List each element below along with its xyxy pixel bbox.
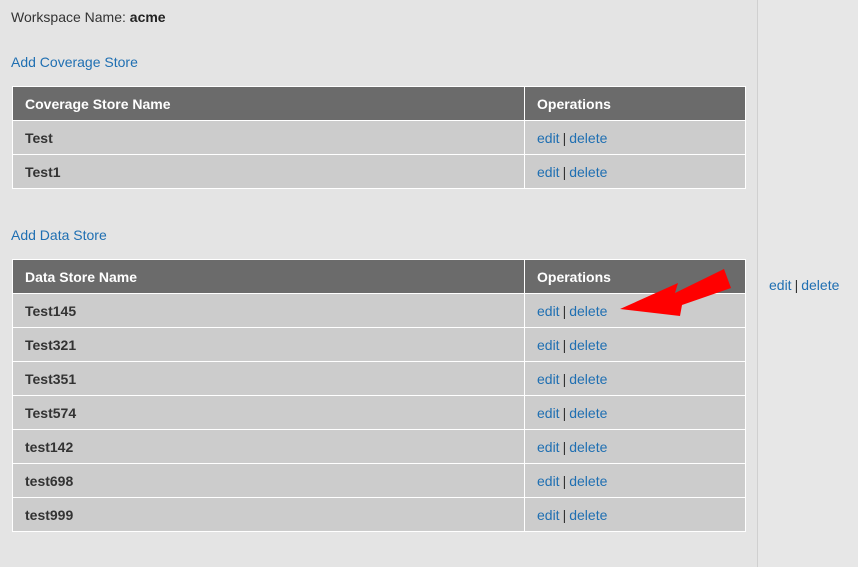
separator: | [562,472,567,489]
coverage-store-table: Coverage Store Name Operations Test edit… [12,86,746,189]
edit-link[interactable]: edit [537,439,560,455]
edit-link[interactable]: edit [537,473,560,489]
separator: | [562,370,567,387]
table-row: test999 edit | delete [12,497,746,532]
data-store-name: Test351 [12,361,525,396]
main-panel: Workspace Name: acme Add Coverage Store … [0,0,758,567]
data-store-name: Test574 [12,395,525,430]
data-store-name: test142 [12,429,525,464]
edit-link[interactable]: edit [537,164,560,180]
column-header-coverage-store-name: Coverage Store Name [12,86,525,121]
operations-cell: edit | delete [524,361,746,396]
operations-cell: edit | delete [524,463,746,498]
separator: | [562,336,567,353]
delete-link[interactable]: delete [569,371,607,387]
delete-link[interactable]: delete [569,439,607,455]
edit-link[interactable]: edit [537,130,560,146]
table-row: Test1 edit | delete [12,154,746,189]
edit-link[interactable]: edit [537,405,560,421]
side-operations: edit | delete [769,277,839,293]
separator: | [562,163,567,180]
separator: | [794,277,799,293]
data-store-name: test999 [12,497,525,532]
table-row: Test edit | delete [12,120,746,155]
column-header-data-store-name: Data Store Name [12,259,525,294]
operations-cell: edit | delete [524,429,746,464]
separator: | [562,302,567,319]
add-data-store-link[interactable]: Add Data Store [11,227,107,243]
edit-link[interactable]: edit [537,507,560,523]
delete-link[interactable]: delete [569,405,607,421]
coverage-store-name: Test [12,120,525,155]
separator: | [562,129,567,146]
coverage-store-name: Test1 [12,154,525,189]
operations-cell: edit | delete [524,395,746,430]
edit-link[interactable]: edit [537,303,560,319]
table-row: test142 edit | delete [12,429,746,464]
add-coverage-store-link[interactable]: Add Coverage Store [11,54,138,70]
delete-link[interactable]: delete [569,337,607,353]
separator: | [562,404,567,421]
table-header-row: Coverage Store Name Operations [12,86,746,121]
operations-cell: edit | delete [524,154,746,189]
workspace-value: acme [129,9,166,25]
separator: | [562,506,567,523]
table-row: Test351 edit | delete [12,361,746,396]
separator: | [562,438,567,455]
operations-cell: edit | delete [524,120,746,155]
operations-cell: edit | delete [524,327,746,362]
table-row: Test321 edit | delete [12,327,746,362]
edit-link[interactable]: edit [537,371,560,387]
delete-link[interactable]: delete [569,473,607,489]
data-store-name: test698 [12,463,525,498]
workspace-label: Workspace Name: [11,9,130,25]
delete-link[interactable]: delete [569,303,607,319]
side-edit-link[interactable]: edit [769,277,792,293]
delete-link[interactable]: delete [569,507,607,523]
side-delete-link[interactable]: delete [801,277,839,293]
operations-cell: edit | delete [524,497,746,532]
data-store-name: Test321 [12,327,525,362]
column-header-operations: Operations [524,86,746,121]
red-arrow-icon [620,269,731,316]
delete-link[interactable]: delete [569,164,607,180]
table-row: test698 edit | delete [12,463,746,498]
delete-link[interactable]: delete [569,130,607,146]
data-store-name: Test145 [12,293,525,328]
table-row: Test574 edit | delete [12,395,746,430]
workspace-name: Workspace Name: acme [11,9,166,25]
edit-link[interactable]: edit [537,337,560,353]
